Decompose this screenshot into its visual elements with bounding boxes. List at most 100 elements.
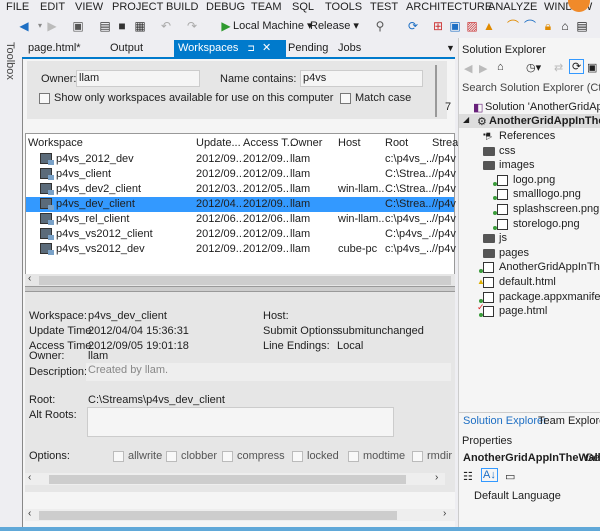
save-all-icon[interactable]: ▦	[132, 18, 148, 34]
tree-item[interactable]: splashscreen.png	[513, 203, 599, 215]
menu-view[interactable]: VIEW	[75, 1, 103, 13]
diff-icon[interactable]: ▲	[481, 18, 497, 34]
menu-project[interactable]: PROJECT	[112, 1, 163, 13]
pane-scroll-right-icon[interactable]: ›	[443, 508, 446, 519]
debug-target-dropdown[interactable]: Local Machine ▾	[233, 18, 313, 34]
details-scroll-left-icon[interactable]: ‹	[28, 472, 31, 483]
name-contains-input[interactable]: p4vs	[300, 70, 423, 87]
save-icon[interactable]: ■	[114, 18, 130, 34]
scroll-thumb[interactable]	[39, 276, 451, 285]
redo-icon[interactable]: ↷	[184, 18, 200, 34]
expand-project-icon[interactable]: ◢	[463, 115, 469, 124]
menu-analyze[interactable]: ANALYZE	[488, 1, 537, 13]
forward-icon[interactable]: ▶	[44, 18, 60, 34]
tree-item[interactable]: css	[499, 145, 516, 157]
tree-item[interactable]: page.html	[499, 305, 547, 317]
tab-jobs[interactable]: Jobs	[334, 40, 365, 57]
undo-icon[interactable]: ↶	[158, 18, 174, 34]
pending-changes-icon[interactable]: ◷▾	[526, 61, 541, 74]
col-stream[interactable]: Strea	[432, 137, 458, 149]
tab-list-dropdown-icon[interactable]: ▼	[442, 40, 459, 57]
menu-file[interactable]: FILE	[6, 1, 29, 13]
grid-horizontal-scrollbar[interactable]: ‹	[25, 273, 455, 286]
property-default-language[interactable]: Default Language	[474, 490, 561, 502]
col-workspace[interactable]: Workspace	[28, 137, 83, 149]
property-pages-icon[interactable]: ▭	[505, 470, 515, 483]
revert-icon[interactable]: ⌒	[505, 18, 521, 34]
option-allwrite-checkbox[interactable]	[113, 451, 124, 462]
details-scroll-thumb[interactable]	[49, 475, 406, 484]
back-icon[interactable]: ◀	[16, 18, 32, 34]
col-host[interactable]: Host	[338, 137, 361, 149]
home-icon[interactable]: ⌂	[497, 61, 504, 73]
se-forward-icon[interactable]: ▶	[479, 62, 487, 75]
tree-item[interactable]: images	[499, 159, 534, 171]
unlock-icon[interactable]: ⌂	[557, 18, 573, 34]
col-access-time[interactable]: Access T...	[243, 137, 296, 149]
close-icon[interactable]: ✕	[262, 42, 271, 54]
table-row[interactable]: p4vs_2012_dev 2012/09... 2012/09... llam c:\…	[26, 152, 456, 167]
solution-node[interactable]: Solution 'AnotherGridAppIn	[485, 101, 600, 113]
option-clobber-checkbox[interactable]	[166, 451, 177, 462]
menu-architecture[interactable]: ARCHITECTURE	[406, 1, 492, 13]
tree-item[interactable]: AnotherGridAppInTh	[499, 261, 600, 273]
show-only-checkbox[interactable]	[39, 93, 50, 104]
option-locked-checkbox[interactable]	[292, 451, 303, 462]
scroll-left-icon[interactable]: ‹	[28, 273, 31, 284]
table-row[interactable]: p4vs_rel_client 2012/06... 2012/06... llam w…	[26, 212, 456, 227]
option-rmdir-checkbox[interactable]	[412, 451, 423, 462]
col-owner[interactable]: Owner	[290, 137, 322, 149]
alt-roots-field[interactable]	[87, 407, 394, 437]
pane-horizontal-scrollbar[interactable]: ‹ ›	[25, 508, 455, 521]
menu-build[interactable]: BUILD	[166, 1, 198, 13]
configuration-dropdown[interactable]: Release ▾	[310, 18, 359, 34]
checkout-icon[interactable]: ▣	[447, 18, 463, 34]
pane-scroll-left-icon[interactable]: ‹	[28, 508, 31, 519]
find-icon[interactable]: ⚲	[372, 18, 388, 34]
refresh-icon[interactable]: ⟳	[405, 18, 421, 34]
menu-test[interactable]: TEST	[370, 1, 398, 13]
edit-file-icon[interactable]: ▨	[464, 18, 480, 34]
tab-output[interactable]: Output	[106, 40, 147, 57]
menu-team[interactable]: TEAM	[251, 1, 282, 13]
tree-item[interactable]: logo.png	[513, 174, 555, 186]
menu-debug[interactable]: DEBUG	[206, 1, 245, 13]
option-compress-checkbox[interactable]	[222, 451, 233, 462]
table-row[interactable]: p4vs_vs2012_dev 2012/09... 2012/09... llam c…	[26, 242, 456, 257]
lock-icon[interactable]: 🔒︎	[540, 18, 556, 34]
tree-item[interactable]: References	[499, 130, 555, 142]
se-back-icon[interactable]: ◀	[464, 62, 472, 75]
tab-pending[interactable]: Pending	[284, 40, 332, 57]
tree-item[interactable]: default.html	[499, 276, 556, 288]
revert-unchanged-icon[interactable]: ⌒	[522, 18, 538, 34]
shelve-icon[interactable]: ▤	[574, 18, 590, 34]
table-row[interactable]: p4vs_client 2012/09... 2012/09... llam C:\St…	[26, 167, 456, 182]
tab-team-explorer[interactable]: Team Explorer	[538, 415, 600, 427]
tree-item[interactable]: smalllogo.png	[513, 188, 581, 200]
categorized-icon[interactable]: ☷	[463, 470, 473, 483]
tree-item[interactable]: js	[499, 232, 507, 244]
table-row[interactable]: p4vs_vs2012_client 2012/09... 2012/09... ll…	[26, 227, 456, 242]
tree-item[interactable]: pages	[499, 247, 529, 259]
menu-edit[interactable]: EDIT	[40, 1, 65, 13]
details-scroll-right-icon[interactable]: ›	[435, 472, 438, 483]
owner-input[interactable]: llam	[76, 70, 200, 87]
tab-solution-explorer[interactable]: Solution Explorer	[463, 415, 547, 427]
collapse-all-icon[interactable]: ▣	[587, 61, 597, 74]
new-project-icon[interactable]: ▣	[70, 18, 86, 34]
option-modtime-checkbox[interactable]	[348, 451, 359, 462]
col-root[interactable]: Root	[385, 137, 408, 149]
solution-search-input[interactable]: Search Solution Explorer (Ctrl+;)	[462, 82, 600, 94]
match-case-checkbox[interactable]	[340, 93, 351, 104]
tree-item[interactable]: package.appxmanife	[499, 291, 600, 303]
pin-icon[interactable]: ⊐	[247, 43, 255, 53]
tab-page-html[interactable]: page.html*	[24, 40, 85, 57]
menu-tools[interactable]: TOOLS	[325, 1, 362, 13]
pane-scroll-thumb[interactable]	[39, 511, 397, 520]
tree-item[interactable]: storelogo.png	[513, 218, 580, 230]
menu-sql[interactable]: SQL	[292, 1, 314, 13]
details-horizontal-scrollbar[interactable]: ‹ ›	[25, 472, 445, 485]
refresh-se-icon[interactable]: ⟳	[569, 59, 585, 74]
table-row[interactable]: p4vs_dev_client 2012/04... 2012/09... llam C…	[26, 197, 456, 212]
description-field[interactable]: Created by llam.	[86, 363, 451, 381]
